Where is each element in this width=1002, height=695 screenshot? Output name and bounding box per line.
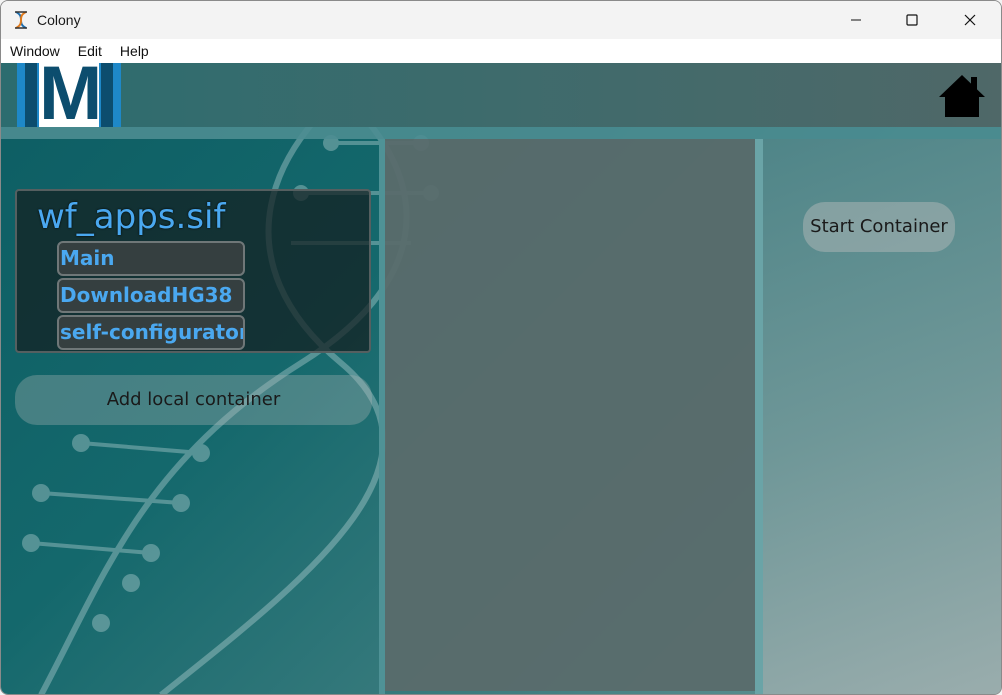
container-card: wf_apps.sif Main DownloadHG38 self-confi… [15, 189, 371, 353]
dna-app-icon [15, 11, 27, 29]
container-list-panel: wf_apps.sif Main DownloadHG38 self-confi… [5, 141, 379, 691]
add-local-container-button[interactable]: Add local container [15, 375, 372, 425]
close-button[interactable] [941, 1, 999, 39]
header-divider [1, 127, 1001, 139]
close-icon [964, 14, 976, 26]
menu-bar: Window Edit Help [1, 39, 1001, 63]
app-window: Colony Window Edit Help M wf_apps.sif Ma… [0, 0, 1002, 695]
logo-letter: M [39, 63, 102, 127]
content-header [1, 63, 1001, 127]
menu-edit[interactable]: Edit [69, 39, 111, 63]
minimize-icon [851, 19, 861, 21]
panel-divider-right [755, 139, 763, 694]
app-button-downloadhg38[interactable]: DownloadHG38 [57, 278, 245, 313]
app-button-main[interactable]: Main [57, 241, 245, 276]
logo: M [17, 63, 121, 127]
minimize-button[interactable] [827, 1, 885, 39]
window-title: Colony [37, 12, 81, 28]
maximize-icon [906, 14, 918, 26]
logo-right-bar [101, 63, 113, 127]
title-bar[interactable]: Colony [1, 1, 1001, 39]
container-name: wf_apps.sif [37, 197, 226, 237]
logo-left-bar [25, 63, 37, 127]
menu-window[interactable]: Window [1, 39, 69, 63]
home-icon[interactable] [937, 73, 987, 119]
main-content: M wf_apps.sif Main DownloadHG38 self-con… [1, 63, 1001, 694]
actions-panel: Start Container [763, 139, 1001, 694]
app-button-self-configurator[interactable]: self-configurator [57, 315, 245, 350]
start-container-button[interactable]: Start Container [803, 202, 955, 252]
menu-help[interactable]: Help [111, 39, 158, 63]
details-panel [385, 139, 755, 691]
maximize-button[interactable] [883, 1, 941, 39]
